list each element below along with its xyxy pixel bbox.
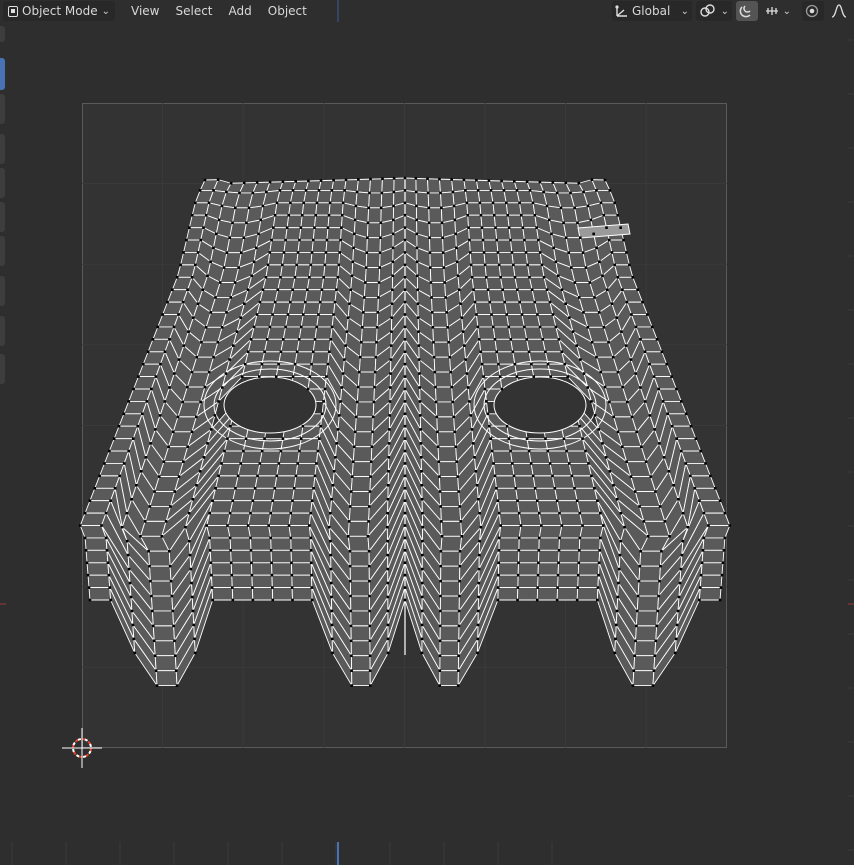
chevron-down-icon: ⌄ xyxy=(720,5,729,17)
transform-orientation-dropdown[interactable]: Global ⌄ xyxy=(612,1,692,21)
tool-toggle[interactable] xyxy=(0,26,5,42)
falloff-dropdown[interactable] xyxy=(828,1,854,21)
proportional-editing-toggle[interactable] xyxy=(802,1,824,21)
mode-dropdown[interactable]: Object Mode ⌄ xyxy=(3,1,115,21)
viewport-header: Object Mode ⌄ View Select Add Object Glo… xyxy=(0,0,854,22)
snap-magnet-icon xyxy=(739,5,751,18)
toolbar-strip[interactable] xyxy=(0,0,6,865)
tool-move[interactable] xyxy=(0,134,5,164)
header-tools: Global ⌄ ⌄ ⌄ xyxy=(612,1,854,21)
uv-editor-viewport[interactable] xyxy=(0,0,854,865)
snap-toggle[interactable] xyxy=(736,1,758,21)
proportional-editing-icon xyxy=(805,4,819,18)
object-mode-icon xyxy=(8,5,19,17)
menu-object[interactable]: Object xyxy=(260,1,315,21)
snap-target-dropdown[interactable]: ⌄ xyxy=(762,1,794,21)
tool-add[interactable] xyxy=(0,354,5,384)
snap-increment-icon xyxy=(766,7,778,15)
menu-view[interactable]: View xyxy=(123,1,167,21)
falloff-curve-icon xyxy=(831,4,847,18)
axis-markers xyxy=(0,0,854,865)
chevron-down-icon: ⌄ xyxy=(101,5,110,17)
orientation-label: Global xyxy=(632,4,671,18)
tool-transform[interactable] xyxy=(0,236,5,266)
menu-select[interactable]: Select xyxy=(167,1,220,21)
tool-cursor[interactable] xyxy=(0,94,5,124)
chevron-down-icon: ⌄ xyxy=(680,5,689,17)
chevron-down-icon: ⌄ xyxy=(782,5,791,17)
header-menu: View Select Add Object xyxy=(123,1,315,21)
tool-scale[interactable] xyxy=(0,202,5,232)
mode-label: Object Mode xyxy=(22,4,98,18)
pivot-point-icon xyxy=(700,4,715,17)
tool-measure[interactable] xyxy=(0,316,5,346)
tool-select[interactable] xyxy=(0,58,5,90)
menu-add[interactable]: Add xyxy=(221,1,260,21)
transform-orientation-icon xyxy=(615,5,627,17)
pivot-point-dropdown[interactable]: ⌄ xyxy=(696,1,732,21)
tool-rotate[interactable] xyxy=(0,168,5,198)
tool-annotate[interactable] xyxy=(0,276,5,306)
